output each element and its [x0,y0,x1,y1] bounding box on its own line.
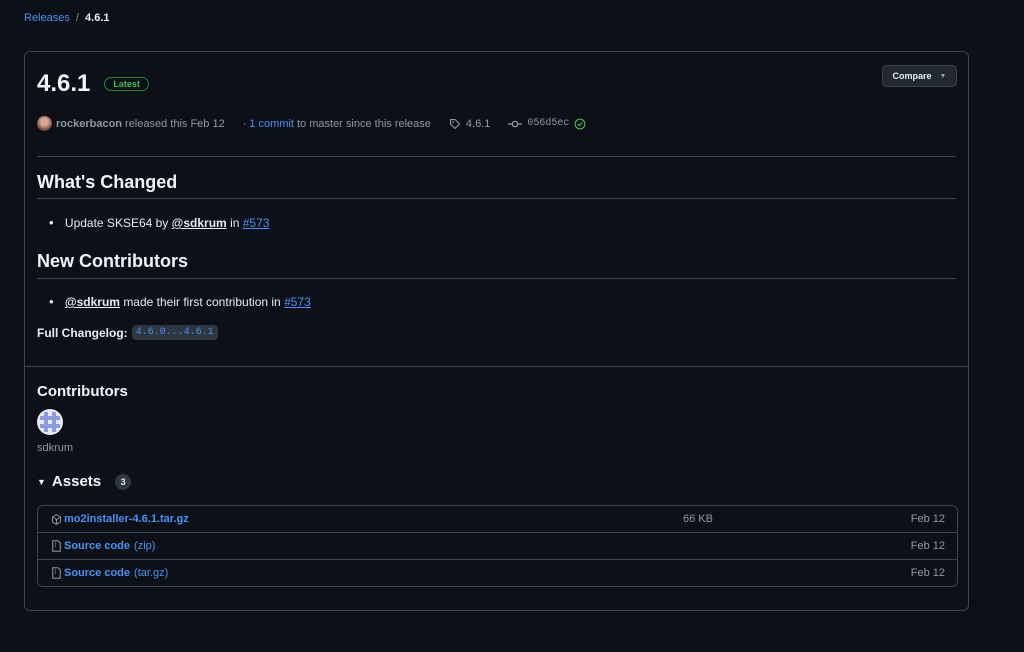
mention-link[interactable]: @sdkrum [65,295,120,309]
contributor-name: sdkrum [37,442,74,454]
asset-date: Feb 12 [910,567,945,579]
asset-row: Source code (zip) Feb 12 [38,532,957,559]
package-icon [51,513,63,525]
file-zip-icon [51,567,63,579]
asset-link[interactable]: Source code [64,567,130,579]
compare-button[interactable]: Compare ▼ [882,65,957,87]
release-meta: rockerbacon released this Feb 12 · 1 com… [37,116,586,131]
full-changelog-link[interactable]: 4.6.0...4.6.1 [131,325,218,340]
git-commit-icon [508,120,523,127]
contributors-heading: Contributors [37,383,128,400]
full-changelog-label: Full Changelog: [37,325,128,340]
assets-heading: Assets [51,473,102,490]
contributor-avatar[interactable] [37,409,63,435]
tag-icon [449,118,461,129]
asset-link[interactable]: mo2installer-4.6.1.tar.gz [64,513,189,525]
divider [37,278,956,279]
pr-link[interactable]: #573 [243,216,270,230]
file-zip-icon [51,540,63,552]
avatar[interactable] [37,116,52,131]
asset-date: Feb 12 [910,540,945,552]
asset-format: (zip) [134,540,156,552]
divider [37,198,956,199]
new-contributors-heading: New Contributors [37,251,188,271]
asset-size: 66 KB [683,513,713,525]
assets-count-badge: 3 [115,473,132,490]
change-text: Update SKSE64 by [64,216,169,230]
author-link[interactable]: rockerbacon [56,118,122,130]
pr-link[interactable]: #573 [284,295,311,309]
triangle-down-icon: ▼ [939,72,947,80]
commits-suffix: to master since this release [297,117,431,130]
latest-badge: Latest [104,77,149,91]
commits-separator: · [242,117,247,130]
in-text: in [230,216,240,230]
commit-sha: 056d5ec [527,118,570,129]
whats-changed-heading: What's Changed [37,172,178,192]
assets-toggle[interactable]: ▼ Assets 3 [37,473,132,490]
tag-name: 4.6.1 [465,117,491,130]
commit-link[interactable]: 056d5ec [508,118,586,130]
tag-link[interactable]: 4.6.1 [449,118,490,130]
breadcrumb-current: 4.6.1 [85,12,110,24]
divider [25,366,968,367]
release-card: 4.6.1 Latest Compare ▼ rockerbacon relea… [24,51,969,611]
list-item: @sdkrum made their first contribution in… [49,294,311,309]
commits-link[interactable]: 1 commit [249,118,294,130]
asset-date: Feb 12 [910,513,945,525]
triangle-down-icon: ▼ [37,476,46,487]
mention-link[interactable]: @sdkrum [172,216,227,230]
full-changelog: Full Changelog: 4.6.0...4.6.1 [37,325,218,340]
release-title: 4.6.1 [37,70,91,97]
assets-list: mo2installer-4.6.1.tar.gz 66 KB Feb 12 S… [37,505,958,587]
breadcrumb: Releases / 4.6.1 [24,12,110,24]
released-text: released this Feb 12 [125,117,225,130]
list-item: Update SKSE64 by @sdkrum in #573 [49,215,270,230]
divider [37,156,956,157]
asset-row: mo2installer-4.6.1.tar.gz 66 KB Feb 12 [38,506,957,532]
identicon-icon [40,412,60,432]
breadcrumb-releases-link[interactable]: Releases [24,12,70,24]
asset-format: (tar.gz) [134,567,169,579]
asset-link[interactable]: Source code [64,540,130,552]
contribution-text: made their first contribution in [123,295,281,309]
asset-row: Source code (tar.gz) Feb 12 [38,559,957,586]
release-header: 4.6.1 Latest [37,70,149,98]
check-circle-icon [574,118,586,129]
compare-button-label: Compare [892,71,932,81]
breadcrumb-separator: / [75,12,79,24]
